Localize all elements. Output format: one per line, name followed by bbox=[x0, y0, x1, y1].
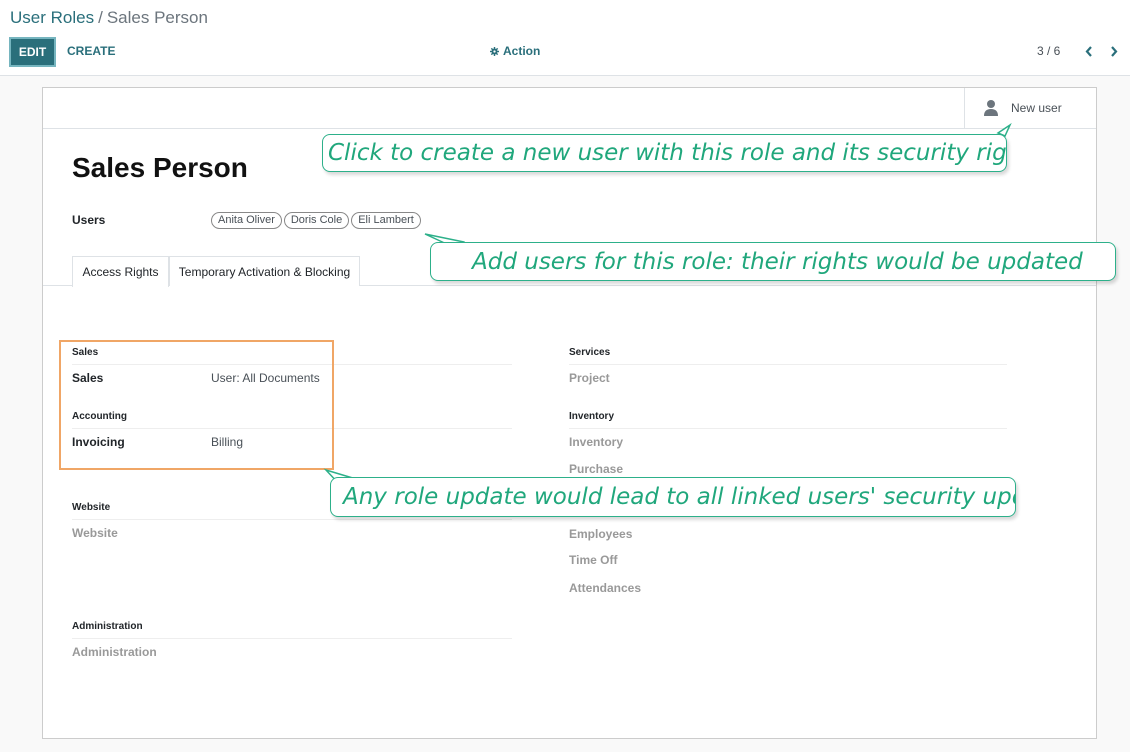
role-title: Sales Person bbox=[72, 152, 248, 183]
field-label-inventory: Inventory bbox=[569, 435, 624, 449]
button-box: New user bbox=[43, 88, 1096, 129]
users-label: Users bbox=[72, 213, 106, 227]
create-button[interactable]: CREATE bbox=[67, 44, 115, 58]
field-label-employees: Employees bbox=[569, 527, 633, 541]
action-menu-button[interactable]: Action bbox=[490, 44, 540, 58]
chevron-left-icon bbox=[1085, 45, 1092, 57]
user-icon bbox=[984, 100, 998, 116]
user-tag[interactable]: Doris Cole bbox=[283, 212, 350, 229]
breadcrumb-separator: / bbox=[98, 8, 103, 27]
field-label-project: Project bbox=[569, 371, 610, 385]
field-label-invoicing: Invoicing bbox=[72, 435, 125, 449]
field-value-sales[interactable]: User: All Documents bbox=[211, 371, 320, 385]
pager-previous-button[interactable] bbox=[1082, 43, 1096, 59]
control-panel: User Roles / Sales Person EDIT CREATE Acti… bbox=[0, 0, 1130, 76]
group-title-services: Services bbox=[569, 347, 1007, 365]
group-title-sales: Sales bbox=[72, 347, 512, 365]
group-title-accounting: Accounting bbox=[72, 411, 512, 429]
pager-value[interactable]: 3 / 6 bbox=[1037, 44, 1060, 58]
user-tag[interactable]: Anita Oliver bbox=[211, 212, 282, 229]
breadcrumb-user-roles-link[interactable]: User Roles bbox=[10, 8, 94, 27]
breadcrumb-current: Sales Person bbox=[106, 8, 208, 27]
field-label-purchase: Purchase bbox=[569, 462, 624, 476]
field-label-sales: Sales bbox=[72, 371, 104, 385]
callout-add-users: Add users for this role: their rights wo… bbox=[430, 242, 1116, 281]
breadcrumb: User Roles / Sales Person bbox=[10, 8, 208, 28]
field-label-time-off: Time Off bbox=[569, 553, 618, 567]
new-user-button[interactable]: New user bbox=[964, 88, 1096, 128]
chevron-right-icon bbox=[1111, 45, 1118, 57]
gear-icon bbox=[490, 46, 499, 56]
user-tag[interactable]: Eli Lambert bbox=[351, 212, 421, 229]
new-user-label: New user bbox=[1011, 101, 1062, 115]
users-tags[interactable]: Anita Oliver Doris Cole Eli Lambert bbox=[211, 212, 421, 229]
field-value-invoicing[interactable]: Billing bbox=[211, 435, 243, 449]
group-title-administration: Administration bbox=[72, 621, 512, 639]
group-title-inventory: Inventory bbox=[569, 411, 1007, 429]
pager-next-button[interactable] bbox=[1107, 43, 1121, 59]
field-label-administration: Administration bbox=[72, 645, 157, 659]
field-label-attendances: Attendances bbox=[569, 581, 642, 595]
edit-button[interactable]: EDIT bbox=[9, 37, 56, 67]
action-label: Action bbox=[503, 44, 541, 58]
callout-new-user: Click to create a new user with this rol… bbox=[322, 134, 1007, 172]
tab-temporary-activation[interactable]: Temporary Activation & Blocking bbox=[169, 256, 360, 286]
field-label-website: Website bbox=[72, 526, 118, 540]
tab-access-rights[interactable]: Access Rights bbox=[72, 256, 169, 287]
callout-role-update: Any role update would lead to all linked… bbox=[330, 477, 1016, 517]
